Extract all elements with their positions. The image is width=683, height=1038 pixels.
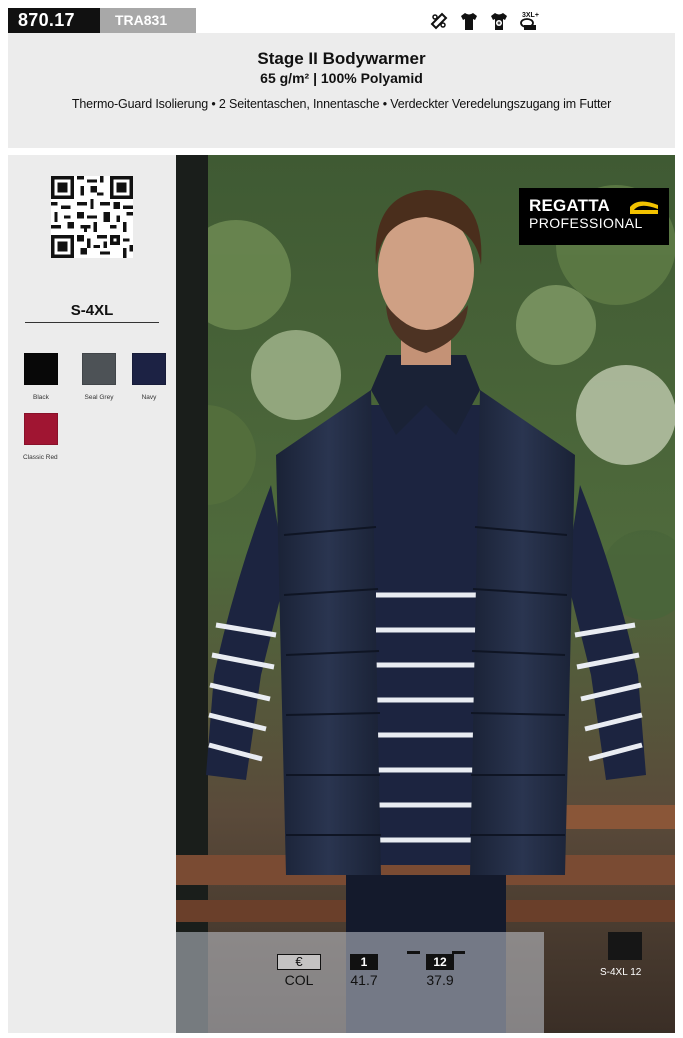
swatch-seal-grey[interactable]: Seal Grey [74,353,124,401]
brand-subline: PROFESSIONAL [529,215,643,231]
color-label: Seal Grey [84,394,114,401]
tier-divider [452,951,465,954]
tier-qty: 12 [426,954,454,970]
color-label: Black [33,394,49,401]
color-label: Classic Red [23,454,58,461]
no-ironing-icon [430,12,448,29]
color-chip[interactable] [132,353,166,385]
box-icon [608,932,642,960]
swatch-navy[interactable]: Navy [124,353,174,401]
product-photo: REGATTA PROFESSIONAL [176,155,675,1033]
extended-sizes-icon: 3XL+ [520,12,539,30]
tshirt-icon [461,12,477,30]
color-chip[interactable] [82,353,116,385]
left-info-panel: S-4XL Black Seal Grey Navy Classic Red [8,155,176,1033]
tier-qty: 1 [350,954,378,970]
tier-price: 41.7 [350,972,378,988]
brand-wave-icon [630,201,658,214]
size-range: S-4XL [70,302,114,319]
price-tier-1: 1 41.7 [344,954,384,988]
color-swatches: Black Seal Grey Navy Classic Red [23,353,174,461]
swatch-black[interactable]: Black [24,353,74,401]
color-label: COL [284,972,314,988]
currency-column: € COL [277,954,321,988]
tier-price: 37.9 [426,972,454,988]
manufacturer-code: TRA831 [100,8,196,33]
tier-divider [407,951,420,954]
qr-code[interactable] [51,176,133,258]
tshirt-print-icon [491,12,507,30]
currency-symbol: € [277,954,321,970]
color-label: Navy [141,394,157,401]
price-box: € COL 1 41.7 12 37.9 [176,932,544,1033]
color-chip[interactable] [24,413,58,445]
product-name: Stage II Bodywarmer [257,49,426,68]
product-features: Thermo-Guard Isolierung • 2 Seitentasche… [71,97,612,111]
swatch-classic-red[interactable]: Classic Red [23,413,74,461]
product-header: Stage II Bodywarmer 65 g/m² | 100% Polya… [8,33,675,148]
top-bar: 870.17 TRA831 3XL+ [8,8,675,33]
feature-icons: 3XL+ [428,8,540,33]
article-number: 870.17 [8,8,100,33]
brand-logo: REGATTA PROFESSIONAL [519,188,669,245]
svg-text:3XL+: 3XL+ [522,12,539,19]
carton-icon [600,932,660,962]
model-illustration [176,155,675,1033]
carton-info: S-4XL 12 [600,967,642,978]
color-chip[interactable] [24,353,58,385]
product-specs: 65 g/m² | 100% Polyamid [260,70,423,86]
size-divider [25,322,159,323]
price-tier-2: 12 37.9 [420,954,460,988]
